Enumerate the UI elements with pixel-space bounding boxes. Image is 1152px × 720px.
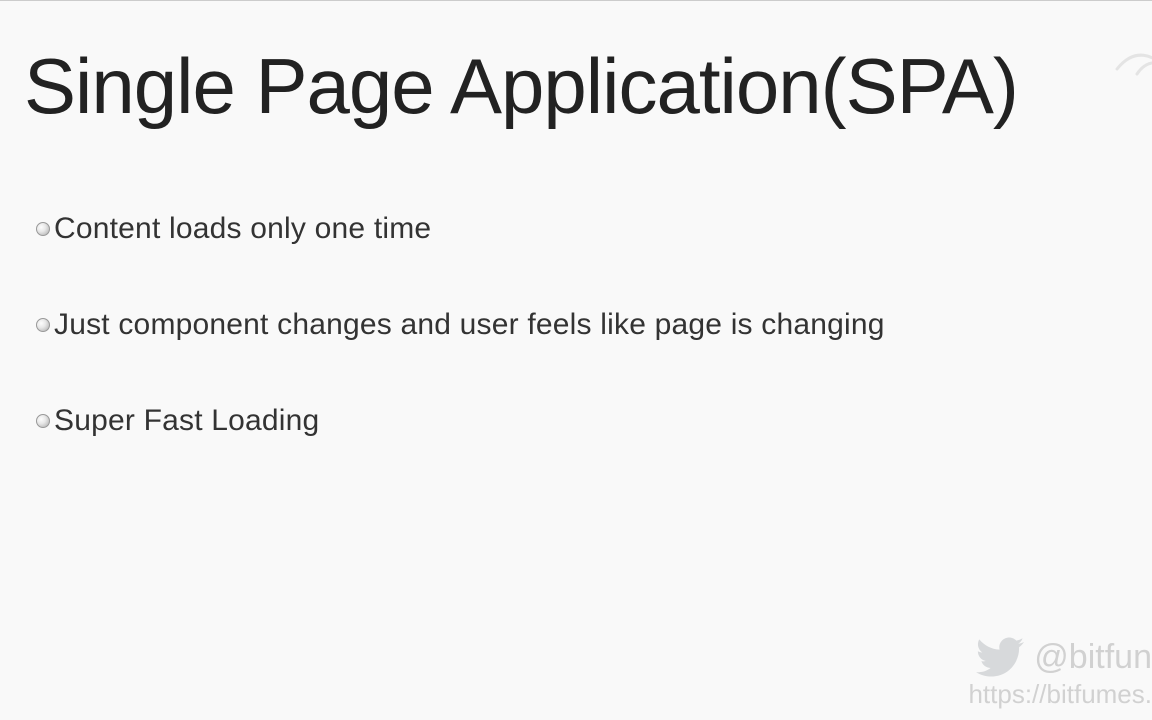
twitter-row: @bitfun: [968, 633, 1152, 681]
bullet-text: Just component changes and user feels li…: [54, 308, 885, 342]
bullet-text: Super Fast Loading: [54, 404, 319, 438]
twitter-handle: @bitfun: [1034, 638, 1152, 677]
bullet-icon: [36, 318, 50, 332]
decorative-swirl: [1112, 39, 1152, 99]
bullet-icon: [36, 222, 50, 236]
bullet-icon: [36, 414, 50, 428]
footer-credits: @bitfun https://bitfumes.: [968, 633, 1152, 710]
list-item: Just component changes and user feels li…: [36, 308, 1152, 342]
list-item: Super Fast Loading: [36, 404, 1152, 438]
bullet-text: Content loads only one time: [54, 212, 431, 246]
site-url: https://bitfumes.: [968, 679, 1152, 710]
bullet-list: Content loads only one time Just compone…: [0, 132, 1152, 438]
list-item: Content loads only one time: [36, 212, 1152, 246]
slide-title: Single Page Application(SPA): [0, 1, 1152, 132]
twitter-icon: [972, 633, 1028, 681]
